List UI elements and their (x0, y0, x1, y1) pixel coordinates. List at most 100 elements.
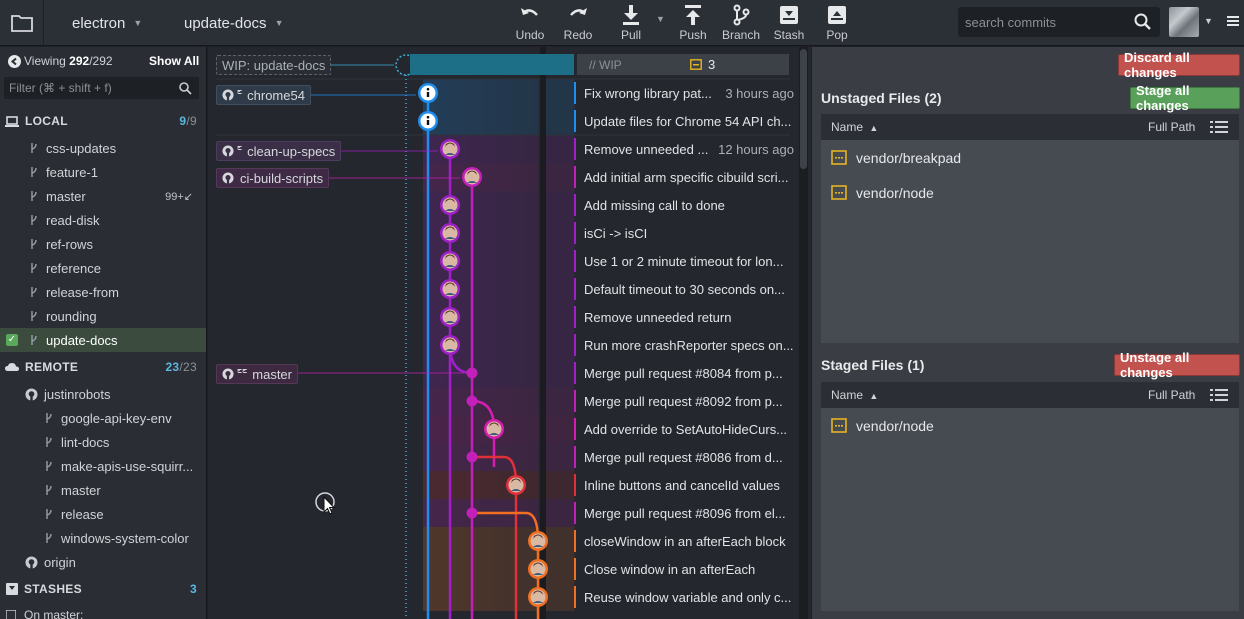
merge-commit-dot[interactable] (466, 395, 478, 407)
ref-chrome54[interactable]: ᖟ chrome54 (216, 85, 311, 105)
pull-icon (623, 5, 639, 25)
redo-button[interactable]: Redo (555, 4, 601, 42)
remote-branch-google-api-key-env[interactable]: google-api-key-env (0, 406, 206, 430)
remote-branch-windows-system-color[interactable]: windows-system-color (0, 526, 206, 550)
pull-options-chevron-icon[interactable]: ▼ (656, 14, 665, 24)
stashes-title: STASHES (24, 582, 82, 596)
local-branch-release-from[interactable]: release-from (0, 280, 206, 304)
local-branch-feature-1[interactable]: feature-1 (0, 160, 206, 184)
local-branch-css-updates[interactable]: css-updates (0, 136, 206, 160)
name-column-header[interactable]: Name ▲ (831, 388, 878, 402)
back-arrow-icon[interactable] (8, 55, 21, 68)
filter-input[interactable] (9, 81, 174, 95)
ref-master[interactable]: ᖟᖟ master (216, 364, 298, 384)
remote-branch-release[interactable]: release (0, 502, 206, 526)
local-branch-rounding[interactable]: rounding (0, 304, 206, 328)
stage-all-button[interactable]: Stage all changes (1130, 83, 1240, 113)
toolbar: electron ▼ update-docs ▼ Undo Redo Pull … (0, 0, 1244, 46)
pop-button[interactable]: Pop (814, 4, 860, 42)
wip-lane-bar (410, 54, 574, 75)
unstaged-files-title: Unstaged Files (2) (821, 90, 942, 106)
merge-commit-dot[interactable] (466, 367, 478, 379)
search-icon[interactable] (1134, 13, 1152, 31)
local-branch-reference[interactable]: reference (0, 256, 206, 280)
chevron-down-icon: ▼ (274, 18, 284, 28)
push-button[interactable]: Push (670, 4, 716, 42)
sort-ascending-icon: ▲ (869, 123, 879, 133)
sort-ascending-icon: ▲ (869, 391, 879, 401)
list-view-icon[interactable] (1210, 389, 1228, 401)
staging-panel: Discard all changes Unstaged Files (2) S… (812, 47, 1244, 619)
full-path-toggle[interactable]: Full Path (1148, 388, 1195, 402)
stash-button[interactable]: Stash (766, 4, 812, 42)
undo-button[interactable]: Undo (507, 4, 553, 42)
laptop-icon (5, 115, 19, 127)
file-row[interactable]: vendor/breakpad (821, 140, 1239, 175)
ref-label: master (252, 366, 292, 382)
branch-button[interactable]: Branch (718, 4, 764, 42)
remote-branch-master[interactable]: master (0, 478, 206, 502)
mouse-cursor-icon (315, 492, 336, 515)
file-changes-icon (690, 59, 702, 70)
staged-file-list: Name ▲ Full Path vendor/node (821, 382, 1239, 611)
discard-all-button[interactable]: Discard all changes (1118, 50, 1240, 80)
graph-scrollbar[interactable] (799, 47, 808, 619)
repo-selector[interactable]: electron ▼ (72, 0, 142, 46)
remote-justinrobots[interactable]: justinrobots (0, 382, 206, 406)
unstaged-list-header: Name ▲ Full Path (821, 114, 1239, 140)
wip-ref-label[interactable]: WIP: update-docs (216, 55, 332, 75)
ref-ci-build-scripts[interactable]: ci-build-scripts (216, 168, 330, 188)
ref-label: ci-build-scripts (240, 170, 324, 186)
file-row[interactable]: vendor/node (821, 408, 1239, 443)
pull-button[interactable]: Pull (608, 4, 654, 42)
stash-label: Stash (773, 28, 805, 42)
local-branch-update-docs[interactable]: ✓ update-docs (0, 328, 206, 352)
local-branch-master[interactable]: master 99+↙ (0, 184, 206, 208)
local-section-header[interactable]: LOCAL 9/9 (0, 109, 206, 133)
wip-message-box[interactable]: // WIP 3 (577, 54, 789, 75)
branch-icon: ᖟ (237, 88, 243, 101)
open-repo-button[interactable] (0, 0, 44, 46)
merge-commit-dot[interactable] (466, 451, 478, 463)
remote-branch-lint-docs[interactable]: lint-docs (0, 430, 206, 454)
left-sidebar: Viewing 292/292 Show All LOCAL 9/9 css-u… (0, 47, 207, 619)
list-view-icon[interactable] (1210, 121, 1228, 133)
remote-branch-make-apis-use-squirr...[interactable]: make-apis-use-squirr... (0, 454, 206, 478)
branch-icon (31, 191, 37, 201)
stash-icon (6, 583, 18, 595)
local-branch-read-disk[interactable]: read-disk (0, 208, 206, 232)
full-path-toggle[interactable]: Full Path (1148, 120, 1195, 134)
branch-icon (31, 239, 37, 249)
scrollbar-thumb[interactable] (800, 49, 807, 169)
lane-orange (472, 511, 540, 619)
local-branch-ref-rows[interactable]: ref-rows (0, 232, 206, 256)
redo-icon (570, 8, 587, 16)
remote-section-header[interactable]: REMOTE 23/23 (0, 355, 206, 379)
info-icon-dot (426, 87, 430, 91)
hamburger-menu-icon[interactable] (1227, 15, 1239, 27)
push-icon (685, 5, 701, 25)
file-row[interactable]: vendor/node (821, 175, 1239, 210)
modified-file-icon (831, 150, 847, 165)
branch-label: rounding (46, 308, 97, 324)
remote-origin[interactable]: origin (0, 550, 206, 574)
branch-icon (46, 509, 52, 519)
show-all-link[interactable]: Show All (149, 54, 199, 68)
merge-commit-dot[interactable] (466, 507, 478, 519)
stashes-section-header[interactable]: STASHES 3 (0, 577, 206, 601)
branch-selector[interactable]: update-docs ▼ (184, 0, 283, 46)
stash-item[interactable]: On master: (0, 603, 206, 619)
name-column-header[interactable]: Name ▲ (831, 120, 878, 134)
user-avatar[interactable] (1169, 7, 1199, 37)
ref-clean-up-specs[interactable]: ᖟ clean-up-specs (216, 141, 342, 161)
account-chevron-down-icon[interactable]: ▼ (1204, 16, 1213, 26)
stashes-count: 3 (190, 582, 197, 596)
branch-label: master (46, 188, 86, 204)
viewing-label: Viewing (24, 54, 66, 68)
search-commits-input[interactable] (965, 14, 1125, 30)
unstage-all-button[interactable]: Unstage all changes (1114, 350, 1240, 380)
unstaged-file-list: Name ▲ Full Path vendor/breakpad vendor/n… (821, 114, 1239, 343)
branch-label: google-api-key-env (61, 410, 172, 426)
branch-icon (46, 437, 52, 447)
branch-label: windows-system-color (61, 530, 189, 546)
